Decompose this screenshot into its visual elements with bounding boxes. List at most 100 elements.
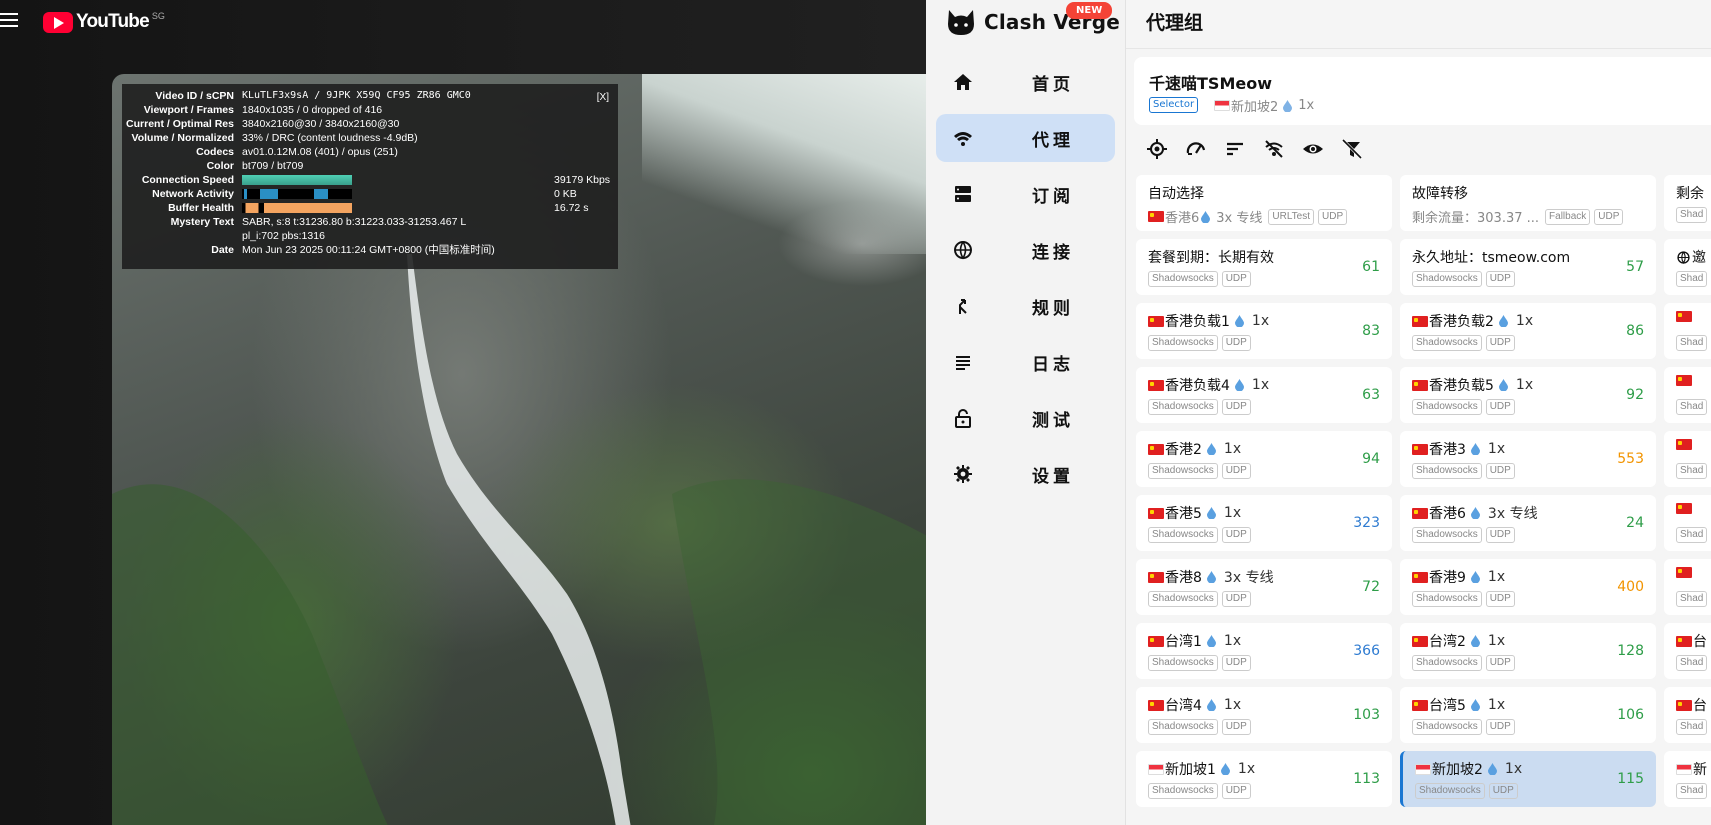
latency-value[interactable]: 128 [1617, 643, 1644, 659]
toolbar-button[interactable] [1224, 138, 1246, 160]
proxy-name-line: 新 [1676, 759, 1707, 779]
proxy-card[interactable]: Shad [1664, 495, 1711, 551]
nav-item[interactable]: 代理 [936, 114, 1115, 162]
toolbar-button[interactable] [1185, 138, 1207, 160]
proxy-meta: 剩余流量：303.37 ... Fallback UDP [1412, 207, 1627, 226]
proxy-card[interactable]: 香港6 3x 专线 Shadowsocks UDP 24 [1400, 495, 1656, 551]
latency-value[interactable]: 92 [1626, 387, 1644, 403]
hamburger-menu-icon[interactable] [0, 13, 18, 29]
proxy-card[interactable]: 香港负载2 1x Shadowsocks UDP 86 [1400, 303, 1656, 359]
latency-value[interactable]: 553 [1617, 451, 1644, 467]
proxy-name: 台 [1693, 698, 1707, 714]
proxy-card[interactable]: 剩余 Shad [1664, 175, 1711, 231]
proxy-name: 新加坡2 [1432, 762, 1483, 778]
latency-value[interactable]: 24 [1626, 515, 1644, 531]
proxy-name-line: 香港6 3x 专线 [1412, 503, 1538, 523]
proxy-card[interactable]: Shad [1664, 303, 1711, 359]
youtube-logo[interactable]: YouTube SG [43, 11, 165, 33]
stats-label: Connection Speed [141, 174, 234, 186]
latency-value[interactable]: 57 [1626, 259, 1644, 275]
nav-item[interactable]: 首页 [936, 58, 1115, 106]
proxy-card[interactable]: Shad [1664, 367, 1711, 423]
proxy-card[interactable]: 新加坡2 1x Shadowsocks UDP 115 [1400, 751, 1656, 807]
proxy-tag: UDP [1221, 271, 1251, 287]
proxy-card[interactable]: 香港8 3x 专线 Shadowsocks UDP 72 [1136, 559, 1392, 615]
stats-row: Volume / Normalized 33% / DRC (content lo… [122, 131, 618, 145]
nav-item[interactable]: 规则 [936, 282, 1115, 330]
proxy-card[interactable]: 台湾2 1x Shadowsocks UDP 128 [1400, 623, 1656, 679]
proxy-tag: URLTest [1268, 208, 1314, 225]
proxy-name: 套餐到期：长期有效 [1148, 250, 1274, 266]
latency-value[interactable]: 83 [1362, 323, 1380, 339]
proxy-name: 香港3 [1429, 442, 1466, 458]
proxy-card[interactable]: 香港负载5 1x Shadowsocks UDP 92 [1400, 367, 1656, 423]
proxy-card[interactable]: 套餐到期：长期有效 Shadowsocks UDP 61 [1136, 239, 1392, 295]
proxy-tag: Shad [1676, 719, 1708, 735]
toolbar-button[interactable] [1341, 138, 1363, 160]
proxy-card[interactable]: Shad [1664, 431, 1711, 487]
stats-buf-bar [242, 203, 352, 213]
nav-label: 首页 [1032, 74, 1074, 95]
china-flag-icon [1412, 699, 1428, 711]
proxy-card[interactable]: 自动选择 香港6 3x 专线 URLTest UDP [1136, 175, 1392, 231]
latency-value[interactable]: 115 [1617, 771, 1644, 787]
proxy-name-line [1676, 439, 1693, 450]
proxy-tag: Shadowsocks [1148, 335, 1218, 351]
latency-value[interactable]: 103 [1353, 707, 1380, 723]
toolbar-button[interactable] [1146, 138, 1168, 160]
nav-item[interactable]: 日志 [936, 338, 1115, 386]
proxy-card[interactable]: 香港负载4 1x Shadowsocks UDP 63 [1136, 367, 1392, 423]
latency-value[interactable]: 113 [1353, 771, 1380, 787]
nav-item[interactable]: 测试 [936, 394, 1115, 442]
latency-value[interactable]: 400 [1617, 579, 1644, 595]
proxy-card[interactable]: 台湾1 1x Shadowsocks UDP 366 [1136, 623, 1392, 679]
latency-value[interactable]: 72 [1362, 579, 1380, 595]
proxy-name-line: 台湾1 1x [1148, 631, 1241, 651]
proxy-tag: Shadowsocks [1412, 463, 1482, 479]
proxy-card[interactable]: 香港2 1x Shadowsocks UDP 94 [1136, 431, 1392, 487]
proxy-card[interactable]: 台湾4 1x Shadowsocks UDP 103 [1136, 687, 1392, 743]
proxy-multiplier: 1x [1504, 761, 1523, 777]
proxy-card[interactable]: 香港负载1 1x Shadowsocks UDP 83 [1136, 303, 1392, 359]
proxy-multiplier: 1x [1487, 697, 1506, 713]
proxy-name-line [1676, 311, 1693, 322]
youtube-logo-text: YouTube [76, 11, 150, 32]
proxy-card[interactable]: 香港9 1x Shadowsocks UDP 400 [1400, 559, 1656, 615]
latency-value[interactable]: 63 [1362, 387, 1380, 403]
latency-value[interactable]: 61 [1362, 259, 1380, 275]
proxy-card[interactable]: 新加坡1 1x Shadowsocks UDP 113 [1136, 751, 1392, 807]
proxy-name: 香港负载5 [1429, 378, 1494, 394]
proxy-card[interactable]: 香港5 1x Shadowsocks UDP 323 [1136, 495, 1392, 551]
proxy-meta: Shadowsocks UDP [1412, 463, 1519, 479]
proxy-card[interactable]: 故障转移 剩余流量：303.37 ... Fallback UDP [1400, 175, 1656, 231]
proxy-card[interactable]: 永久地址：tsmeow.com Shadowsocks UDP 57 [1400, 239, 1656, 295]
stats-value: 0 KB [554, 188, 577, 200]
proxy-card[interactable]: Shad [1664, 559, 1711, 615]
proxy-card[interactable]: 香港3 1x Shadowsocks UDP 553 [1400, 431, 1656, 487]
toolbar-button[interactable] [1302, 138, 1324, 160]
proxy-card[interactable]: 台湾5 1x Shadowsocks UDP 106 [1400, 687, 1656, 743]
proxy-meta: Shadowsocks UDP [1148, 783, 1255, 799]
proxy-card[interactable]: 台 Shad [1664, 623, 1711, 679]
latency-value[interactable]: 106 [1617, 707, 1644, 723]
stats-close-button[interactable]: [X] [597, 92, 609, 103]
proxy-card[interactable]: 台 Shad [1664, 687, 1711, 743]
toolbar-button[interactable] [1263, 138, 1285, 160]
china-flag-icon [1676, 635, 1692, 647]
latency-value[interactable]: 86 [1626, 323, 1644, 339]
stats-label: Video ID / sCPN [155, 90, 234, 102]
proxy-multiplier: 1x [1223, 505, 1242, 521]
nav-item[interactable]: 订阅 [936, 170, 1115, 218]
proxy-multiplier: 1x [1487, 633, 1506, 649]
proxy-tag: Shad [1676, 399, 1708, 415]
latency-value[interactable]: 366 [1353, 643, 1380, 659]
proxy-card[interactable]: 邀 Shad [1664, 239, 1711, 295]
nav-item[interactable]: 连接 [936, 226, 1115, 274]
latency-value[interactable]: 94 [1362, 451, 1380, 467]
proxy-card[interactable]: 新 Shad [1664, 751, 1711, 807]
proxy-tag: UDP [1485, 463, 1515, 479]
proxy-group-header[interactable]: 千速喵TSMeow Selector 新加坡2 1x [1134, 57, 1711, 125]
nav-item[interactable]: 设置 [936, 450, 1115, 498]
proxy-multiplier: 1x [1223, 697, 1242, 713]
latency-value[interactable]: 323 [1353, 515, 1380, 531]
